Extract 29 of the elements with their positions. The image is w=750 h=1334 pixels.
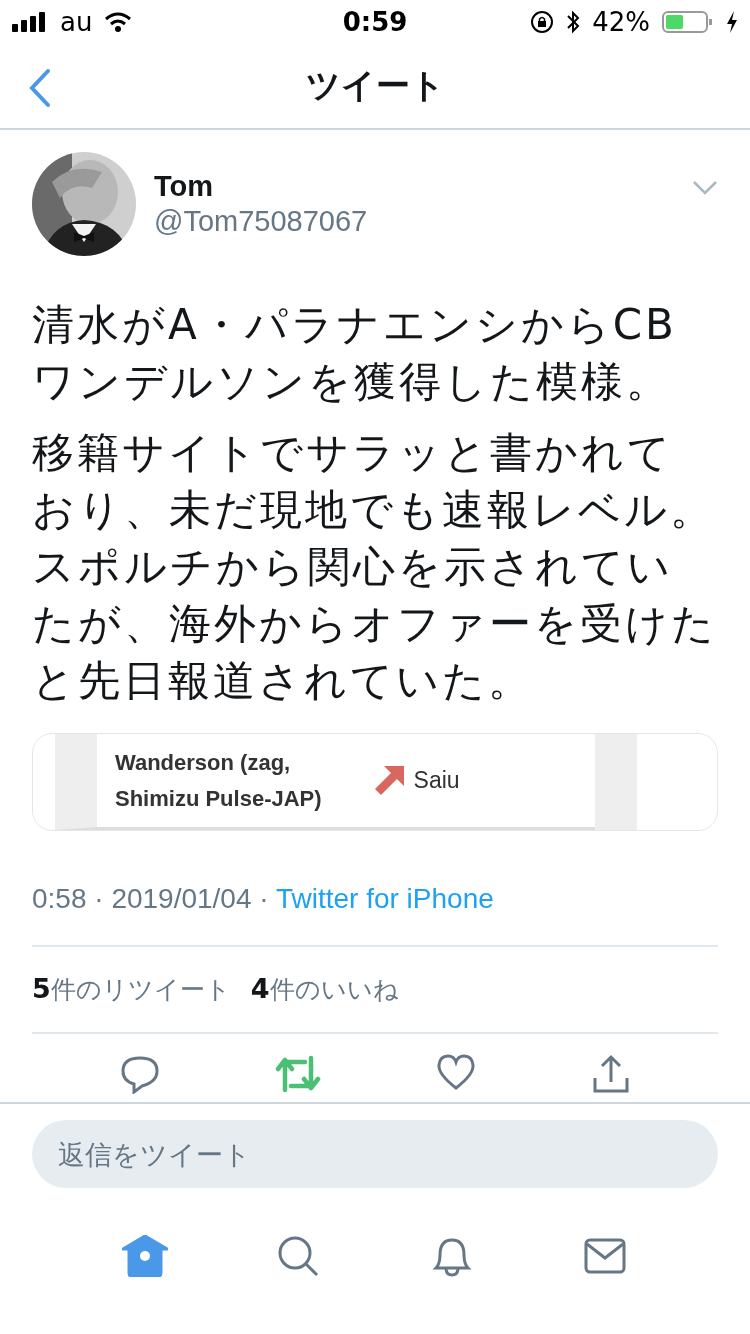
link-card[interactable]: Wanderson (zag, Shimizu Pulse-JAP) Saiu bbox=[32, 733, 718, 831]
wifi-icon bbox=[104, 12, 133, 32]
stat-count[interactable]: 5件のリツイート bbox=[32, 973, 231, 1006]
carrier-label: au bbox=[60, 7, 93, 37]
charging-icon bbox=[726, 11, 738, 33]
page-title: ツイート bbox=[305, 64, 445, 107]
user-handle: @Tom75087067 bbox=[154, 205, 369, 238]
rotation-lock-icon bbox=[530, 10, 555, 34]
battery-percent: 42% bbox=[592, 7, 650, 37]
stat-count[interactable]: 4件のいいね bbox=[250, 973, 399, 1006]
reply-field[interactable]: 返信をツイート bbox=[32, 1120, 718, 1188]
heart-icon[interactable] bbox=[435, 1054, 476, 1090]
battery-icon bbox=[662, 10, 714, 34]
signal-icon bbox=[12, 12, 48, 32]
reply-icon[interactable] bbox=[119, 1054, 160, 1094]
search-icon bbox=[277, 1235, 320, 1277]
home-icon bbox=[121, 1235, 168, 1277]
envelope-icon bbox=[584, 1238, 627, 1274]
tweet-text: 移籍サイトでサラッと書かれており、未だ現地でも速報レベル。 bbox=[32, 427, 716, 536]
back-icon[interactable] bbox=[28, 68, 52, 108]
user-name: Tom bbox=[154, 170, 215, 203]
tweet-text: 清水がA・パラナエンシからCBワンデルソンを獲得した模様。 bbox=[32, 299, 678, 408]
tweet-text: スポルチから関心を示されていたが、海外からオファーを受けたと先日報道されていた。 bbox=[32, 541, 718, 707]
player-name: Wanderson (zag, Shimizu Pulse-JAP) bbox=[115, 748, 322, 813]
retweet-icon[interactable] bbox=[274, 1054, 321, 1094]
tweet-timestamp: 0:58 · 2019/01/04 · bbox=[32, 883, 270, 914]
status-time: 0:59 bbox=[342, 7, 408, 37]
bluetooth-icon bbox=[566, 10, 581, 34]
transfer-status: Saiu bbox=[413, 767, 460, 794]
